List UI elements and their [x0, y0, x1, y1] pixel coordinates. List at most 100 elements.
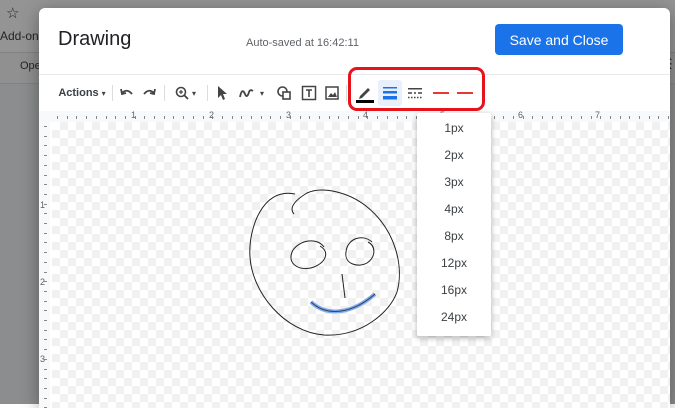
line-weight-option[interactable]: 24px — [417, 304, 491, 330]
ruler-tick — [503, 116, 505, 119]
line-weight-option[interactable]: 3px — [417, 169, 491, 195]
ruler-tick — [183, 116, 185, 119]
face-outline-stroke — [249, 189, 400, 336]
ruler-tick — [44, 378, 47, 380]
drawing-dialog: Drawing Auto-saved at 16:42:11 Save and … — [39, 8, 670, 408]
ruler-tick — [105, 116, 107, 119]
ruler-tick — [44, 271, 47, 273]
ruler-tick — [221, 116, 223, 119]
ruler-tick — [44, 261, 47, 263]
ruler-tick — [348, 116, 349, 119]
ruler-number: 2 — [40, 277, 46, 287]
ruler-number: 1 — [40, 200, 46, 210]
ruler-tick — [639, 116, 640, 119]
drawing-svg — [249, 189, 400, 336]
ruler-tick — [44, 310, 47, 312]
ruler-tick — [44, 397, 47, 399]
ruler-tick — [542, 116, 543, 119]
line-weight-option[interactable]: 12px — [417, 250, 491, 276]
ruler-tick — [648, 116, 650, 119]
ruler-number: 4 — [363, 110, 369, 120]
textbox-icon — [301, 85, 317, 101]
ruler-tick — [44, 174, 47, 176]
shape-tool-button[interactable] — [274, 75, 294, 111]
ruler-tick — [76, 116, 78, 119]
vertical-ruler: 1 2 3 — [39, 122, 50, 408]
ruler-tick — [44, 164, 47, 166]
ruler-tick — [406, 116, 408, 119]
ruler-tick — [299, 116, 301, 119]
ruler-tick — [386, 116, 388, 119]
ruler-tick — [44, 184, 47, 186]
ruler-tick — [44, 368, 47, 370]
ruler-tick — [338, 116, 340, 119]
line-weight-option[interactable]: 2px — [417, 142, 491, 168]
dropdown-arrow-icon: ▾ — [101, 88, 106, 98]
ruler-tick — [251, 116, 252, 119]
zoom-icon — [174, 85, 190, 101]
textbox-tool-button[interactable] — [299, 75, 319, 111]
ruler-tick — [192, 116, 194, 119]
undo-button[interactable] — [117, 75, 137, 111]
ruler-tick — [580, 116, 582, 119]
line-weight-option[interactable]: 4px — [417, 196, 491, 222]
ruler-tick — [590, 116, 592, 119]
ruler-tick — [512, 116, 514, 119]
save-and-close-button[interactable]: Save and Close — [495, 24, 623, 55]
ruler-tick — [658, 116, 660, 119]
line-weight-option[interactable]: 8px — [417, 223, 491, 249]
ruler-tick — [309, 116, 311, 119]
line-weight-menu: 1px 2px 3px 4px 8px 12px 16px 24px — [417, 113, 491, 336]
ruler-tick — [154, 116, 155, 119]
ruler-tick — [357, 116, 359, 119]
ruler-tick — [629, 116, 631, 119]
shapes-icon — [276, 85, 292, 101]
ruler-tick — [124, 116, 126, 119]
ruler-tick — [44, 145, 47, 147]
select-tool-button[interactable] — [213, 75, 231, 111]
ruler-tick — [619, 116, 621, 119]
ruler-tick — [377, 116, 379, 119]
actions-label: Actions — [58, 87, 99, 99]
autosave-status: Auto-saved at 16:42:11 — [246, 37, 359, 49]
zoom-button[interactable]: ▾ — [169, 75, 201, 111]
line-weight-option[interactable]: 16px — [417, 277, 491, 303]
image-icon — [324, 85, 340, 101]
ruler-tick — [86, 116, 88, 119]
ruler-tick — [44, 320, 47, 321]
ruler-tick — [44, 213, 47, 215]
redo-button[interactable] — [139, 75, 159, 111]
ruler-tick — [44, 300, 47, 302]
image-tool-button[interactable] — [322, 75, 342, 111]
toolbar-highlight-box — [348, 67, 485, 111]
ruler-tick — [44, 252, 47, 254]
nose-stroke — [341, 273, 346, 299]
ruler-tick — [44, 135, 47, 137]
ruler-tick — [115, 116, 117, 119]
ruler-number: 2 — [209, 110, 215, 120]
ruler-tick — [44, 290, 47, 292]
drawing-toolbar: Actions ▾ ▾ ▾ — [39, 67, 670, 112]
ruler-tick — [668, 116, 670, 119]
ruler-tick — [609, 116, 611, 119]
ruler-tick — [44, 349, 47, 351]
horizontal-ruler: 1234567 — [39, 110, 670, 122]
ruler-number: 3 — [286, 110, 292, 120]
ruler-tick — [66, 116, 68, 119]
right-eye-stroke — [345, 237, 375, 266]
ruler-tick — [280, 116, 282, 119]
line-weight-option[interactable]: 1px — [417, 115, 491, 141]
ruler-tick — [396, 116, 398, 119]
ruler-tick — [144, 116, 146, 119]
ruler-tick — [600, 116, 602, 119]
drawing-canvas[interactable] — [52, 122, 670, 408]
actions-menu-button[interactable]: Actions ▾ — [57, 75, 107, 111]
left-eye-stroke — [290, 240, 327, 270]
ruler-tick — [57, 116, 58, 119]
ruler-tick — [231, 116, 233, 119]
dropdown-arrow-icon: ▾ — [191, 88, 196, 98]
line-tool-button[interactable]: ▾ — [234, 75, 268, 111]
ruler-number: 3 — [40, 354, 46, 364]
undo-icon — [119, 85, 135, 101]
ruler-tick — [44, 387, 47, 389]
